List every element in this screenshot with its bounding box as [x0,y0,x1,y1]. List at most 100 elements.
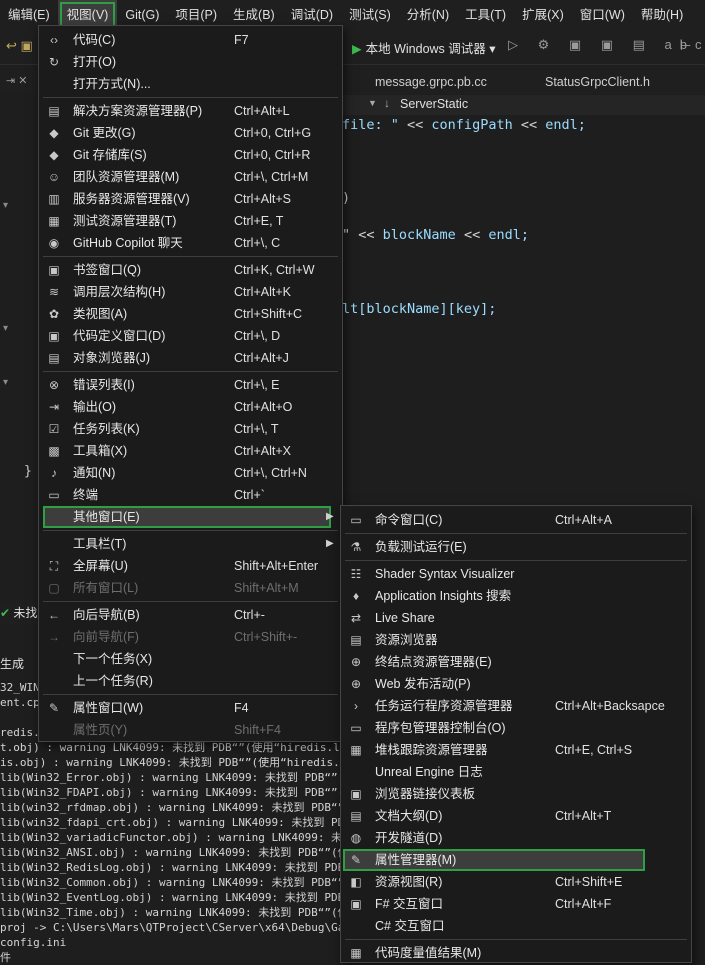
menu-item[interactable]: ▤ 解决方案资源管理器(P) Ctrl+Alt+L [39,100,340,122]
menu-item[interactable]: ⊗ 错误列表(I) Ctrl+\, E [39,374,340,396]
submenu-arrow-icon: ▶ [326,538,334,549]
menu-item-shortcut: Ctrl+Alt+T [555,809,612,823]
menu-item[interactable]: ⚗ 负载测试运行(E) [341,536,689,558]
menu-item[interactable]: ▣ F# 交互窗口 Ctrl+Alt+F [341,893,689,915]
menu-item[interactable]: ♪ 通知(N) Ctrl+\, Ctrl+N [39,462,340,484]
menu-item[interactable]: ▭ 程序包管理器控制台(O) [341,717,689,739]
output-line: lib(Win32_Error.obj) : warning LNK4099: … [0,771,356,784]
output-line: lib(Win32_FDAPI.obj) : warning LNK4099: … [0,786,356,799]
menu-item-icon: ⊕ [350,655,362,669]
fold-icon[interactable]: ▾ [3,323,8,334]
menubar-item-7[interactable]: 分析(N) [399,0,457,30]
menu-item[interactable]: 其他窗口(E) ▶ [43,506,334,528]
menu-item[interactable]: C# 交互窗口 [341,915,689,937]
menu-item[interactable]: ◧ 资源视图(R) Ctrl+Shift+E [341,871,689,893]
menu-item-label: 调用层次结构(H) [73,285,166,299]
toolbar-icons[interactable]: ▷ ⚙ ▣ ▣ ▤ abc [508,37,705,53]
menu-item-icon: ⛶ [49,559,59,573]
menu-item-label: 服务器资源管理器(V) [73,192,190,206]
menubar-item-11[interactable]: 帮助(H) [633,0,691,30]
check-icon: ✔ [0,606,11,620]
open-folder-icon[interactable]: ↩ ▣ [6,38,33,54]
tab-status-grpc-client[interactable]: StatusGrpcClient.h [535,72,660,92]
output-line: is.obj) : warning LNK4099: 未找到 PDB“”(使用“… [0,756,347,769]
menu-item-shortcut: Ctrl+E, T [234,214,284,228]
menu-item-label: 对象浏览器(J) [73,351,151,365]
menu-item-icon: ↻ [48,55,60,69]
menu-item[interactable]: ▦ 堆栈跟踪资源管理器 Ctrl+E, Ctrl+S [341,739,689,761]
menu-item[interactable]: 下一个任务(X) [39,648,340,670]
tab-message-grpc[interactable]: message.grpc.pb.cc [365,72,497,92]
menubar-item-9[interactable]: 扩展(X) [514,0,572,30]
menu-item[interactable]: ⊕ Web 发布活动(P) [341,673,689,695]
menu-item[interactable]: ▢ 所有窗口(L) Shift+Alt+M [39,577,340,599]
menu-item[interactable]: Unreal Engine 日志 [341,761,689,783]
menu-item[interactable]: ◆ Git 更改(G) Ctrl+0, Ctrl+G [39,122,340,144]
menu-item[interactable]: ⇄ Live Share [341,607,689,629]
menu-item[interactable]: ♦ Application Insights 搜索 [341,585,689,607]
menu-item-shortcut: Ctrl+Alt+X [234,444,291,458]
menu-item[interactable]: ▣ 代码定义窗口(D) Ctrl+\, D [39,325,340,347]
menu-item-label: 打开方式(N)... [73,77,151,91]
menubar-item-8[interactable]: 工具(T) [457,0,514,30]
fold-icon[interactable]: ▾ [3,377,8,388]
menu-item[interactable]: ▭ 命令窗口(C) Ctrl+Alt+A [341,509,689,531]
menu-separator [43,256,338,257]
menu-separator [43,371,338,372]
menu-item[interactable]: ◉ GitHub Copilot 聊天 Ctrl+\, C [39,232,340,254]
menu-item[interactable]: ◍ 开发隧道(D) [341,827,689,849]
menu-item[interactable]: 属性页(Y) Shift+F4 [39,719,340,741]
menu-item[interactable]: 上一个任务(R) [39,670,340,692]
menu-item[interactable]: ▦ 测试资源管理器(T) Ctrl+E, T [39,210,340,232]
output-line: t.obj) : warning LNK4099: 未找到 PDB“”(使用“h… [0,741,340,754]
menu-item[interactable]: ▥ 服务器资源管理器(V) Ctrl+Alt+S [39,188,340,210]
menu-item[interactable]: 打开方式(N)... [39,73,340,95]
menu-item-icon: ▥ [48,192,60,206]
view-menu: ‹› 代码(C) F7 ↻ 打开(O) 打开方式(N)... ▤ 解决方案资源管理器(P) Ct… [38,25,343,742]
menu-item[interactable]: ↻ 打开(O) [39,51,340,73]
menu-item[interactable]: ▩ 工具箱(X) Ctrl+Alt+X [39,440,340,462]
menu-item[interactable]: ◆ Git 存储库(S) Ctrl+0, Ctrl+R [39,144,340,166]
chevron-down-icon[interactable]: ▼ [368,98,377,108]
menu-item-shortcut: Shift+Alt+M [234,581,299,595]
menubar-item-10[interactable]: 窗口(W) [572,0,633,30]
menubar-item-6[interactable]: 测试(S) [341,0,399,30]
menu-item[interactable]: ✎ 属性窗口(W) F4 [39,697,340,719]
navigation-bar[interactable]: ▼ ↓ ServerStatic [340,95,705,115]
menu-item[interactable]: ▣ 书签窗口(Q) Ctrl+K, Ctrl+W [39,259,340,281]
menu-item[interactable]: ← 向后导航(B) Ctrl+- [39,604,340,626]
start-debug-button[interactable]: ▶ 本地 Windows 调试器 ▾ [352,38,496,57]
menu-item[interactable]: ⊕ 终结点资源管理器(E) [341,651,689,673]
menu-item[interactable]: ✎ 属性管理器(M) [343,849,645,871]
menu-item-shortcut: Ctrl+Alt+Backsapce [555,699,665,713]
menu-item[interactable]: ▤ 文档大纲(D) Ctrl+Alt+T [341,805,689,827]
menu-item[interactable]: ▭ 终端 Ctrl+` [39,484,340,506]
menu-item-icon: ▭ [48,488,60,502]
menu-item-icon: ⇄ [350,611,362,625]
menu-item[interactable]: ≋ 调用层次结构(H) Ctrl+Alt+K [39,281,340,303]
code-line-3: " << blockName << endl; [342,227,529,243]
menu-item[interactable]: ⇥ 输出(O) Ctrl+Alt+O [39,396,340,418]
pin-icon[interactable]: ⇥ ✕ [6,74,28,87]
toolbar-overflow-icon[interactable]: ⊢ [680,38,691,54]
menu-item[interactable]: ☷ Shader Syntax Visualizer [341,563,689,585]
menu-item[interactable]: ▤ 对象浏览器(J) Ctrl+Alt+J [39,347,340,369]
menu-item[interactable]: ⛶ 全屏幕(U) Shift+Alt+Enter [39,555,340,577]
menu-item[interactable]: ✿ 类视图(A) Ctrl+Shift+C [39,303,340,325]
menu-item[interactable]: ☑ 任务列表(K) Ctrl+\, T [39,418,340,440]
code-line-1: file: " << configPath << endl; [342,117,586,133]
menu-item-label: 解决方案资源管理器(P) [73,104,203,118]
menu-item-label: 团队资源管理器(M) [73,170,180,184]
output-line: lib(Win32_ANSI.obj) : warning LNK4099: 未… [0,846,349,859]
menu-item[interactable]: → 向前导航(F) Ctrl+Shift+- [39,626,340,648]
menu-item[interactable]: ▤ 资源浏览器 [341,629,689,651]
fold-icon[interactable]: ▾ [3,200,8,211]
menu-item[interactable]: ‹› 代码(C) F7 [39,29,340,51]
menu-item-icon: ▤ [48,104,60,118]
menu-item[interactable]: ▣ 浏览器链接仪表板 [341,783,689,805]
menu-item[interactable]: ☺ 团队资源管理器(M) Ctrl+\, Ctrl+M [39,166,340,188]
menu-item-shortcut: Ctrl+Alt+O [234,400,293,414]
menu-item-icon: ‹› [50,33,58,47]
menu-item[interactable]: 工具栏(T) ▶ [39,533,340,555]
menu-item[interactable]: › 任务运行程序资源管理器 Ctrl+Alt+Backsapce [341,695,689,717]
